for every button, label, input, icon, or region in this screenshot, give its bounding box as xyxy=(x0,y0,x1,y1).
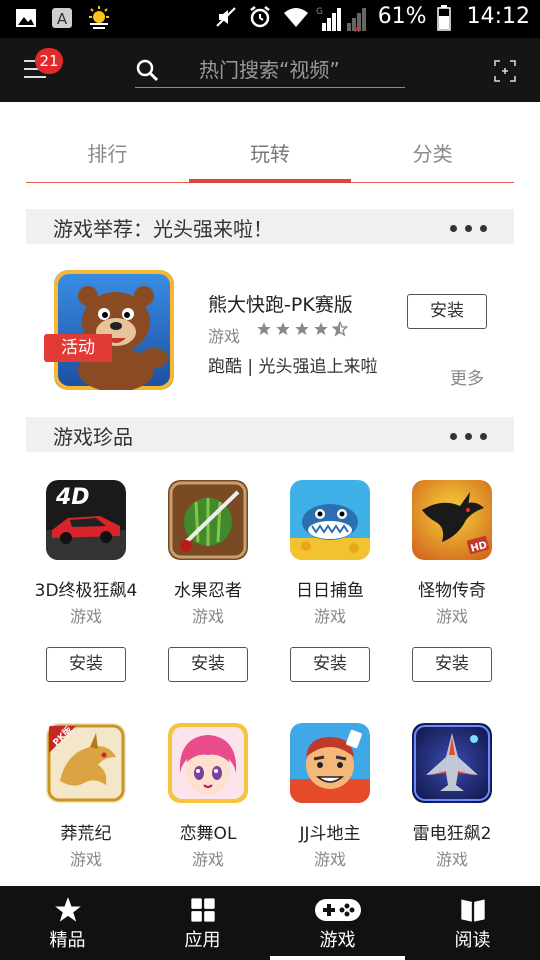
weather-sun-icon xyxy=(86,6,110,30)
nav-games[interactable]: 游戏 xyxy=(270,886,405,960)
app-name: 雷电狂飙2 xyxy=(412,824,492,844)
app-name: 水果忍者 xyxy=(174,581,242,601)
star-icon xyxy=(314,322,328,335)
section-title: 游戏举荐：光头强来啦！ xyxy=(53,217,273,241)
shark-icon[interactable] xyxy=(290,480,370,560)
app-category: 游戏 xyxy=(313,850,346,869)
app-name: 日日捕鱼 xyxy=(296,581,364,601)
svg-text:G: G xyxy=(316,7,323,17)
gallery-icon xyxy=(14,6,38,30)
more-options-button[interactable] xyxy=(450,217,490,237)
battery-icon xyxy=(436,4,451,31)
app-item[interactable]: 恋舞OL 游戏 xyxy=(148,723,268,870)
app-name: 怪物传奇 xyxy=(418,581,486,601)
featured-section-header: 游戏举荐：光头强来啦！ xyxy=(26,209,514,244)
notification-badge: 21 xyxy=(35,48,63,74)
section-title: 游戏珍品 xyxy=(53,425,133,449)
nav-featured[interactable]: 精品 xyxy=(0,886,135,960)
dragon-icon[interactable]: HD xyxy=(412,480,492,560)
nav-reading[interactable]: 阅读 xyxy=(405,886,540,960)
tab-category[interactable]: 分类 xyxy=(351,128,514,182)
install-button[interactable]: 安装 xyxy=(46,647,126,682)
app-category: 游戏 xyxy=(313,607,346,626)
app-category: 游戏 xyxy=(435,850,468,869)
app-item[interactable]: JJ斗地主 游戏 xyxy=(270,723,390,870)
icon-text: 4D xyxy=(55,485,90,510)
more-options-button[interactable] xyxy=(450,425,490,445)
sliced-watermelon-icon[interactable] xyxy=(168,480,248,560)
half-star-icon xyxy=(332,321,348,337)
clock: 14:12 xyxy=(466,4,530,29)
app-category: 游戏 xyxy=(191,850,224,869)
more-link[interactable]: 更多 xyxy=(450,364,484,389)
app-category: 游戏 xyxy=(69,607,102,626)
app-item[interactable]: 4D 3D终极狂飙4 游戏 安装 xyxy=(26,480,146,682)
svg-text:x: x xyxy=(354,24,360,33)
mute-icon xyxy=(214,5,238,29)
app-item[interactable]: HD 怪物传奇 游戏 安装 xyxy=(392,480,512,682)
app-category: 游戏 xyxy=(435,607,468,626)
install-button[interactable]: 安装 xyxy=(412,647,492,682)
nav-label: 游戏 xyxy=(319,930,356,951)
featured-game-category: 游戏 xyxy=(208,327,241,346)
racing-car-icon[interactable]: 4D xyxy=(46,480,126,560)
app-item[interactable]: PK版 莽荒纪 游戏 xyxy=(26,723,146,870)
scan-button[interactable] xyxy=(494,60,516,82)
alarm-icon xyxy=(248,5,272,29)
app-item[interactable]: 日日捕鱼 游戏 安装 xyxy=(270,480,390,682)
scan-icon xyxy=(494,60,516,82)
status-bar: A Gx 61% 14:12 xyxy=(0,0,540,38)
app-category: 游戏 xyxy=(69,850,102,869)
gamepad-icon xyxy=(314,899,361,921)
star-icon xyxy=(257,322,271,335)
golden-dragon-icon[interactable]: PK版 xyxy=(46,723,126,803)
nav-label: 阅读 xyxy=(454,930,491,951)
star-icon xyxy=(295,322,309,335)
svg-text:A: A xyxy=(57,10,68,28)
app-name: JJ斗地主 xyxy=(299,824,361,844)
app-name: 恋舞OL xyxy=(179,824,237,844)
rating-stars xyxy=(256,321,348,337)
bottom-nav: 精品 应用 游戏 阅读 xyxy=(0,886,540,960)
search-input[interactable]: 热门搜索“视频” xyxy=(135,50,405,88)
tab-bar: 排行 玩转 分类 xyxy=(26,128,514,183)
featured-game-description: 跑酷 | 光头强追上来啦 xyxy=(208,357,378,377)
app-item[interactable]: 雷电狂飙2 游戏 xyxy=(392,723,512,870)
featured-game-name[interactable]: 熊大快跑-PK赛版 xyxy=(208,290,353,317)
star-icon xyxy=(276,322,290,335)
gems-section-header: 游戏珍品 xyxy=(26,417,514,452)
install-button[interactable]: 安装 xyxy=(168,647,248,682)
wifi-icon xyxy=(282,5,308,29)
top-bar: 21 热门搜索“视频” xyxy=(0,38,540,102)
featured-game-card[interactable]: 活动 熊大快跑-PK赛版 游戏 跑酷 | 光头强追上来啦 安装 更多 xyxy=(26,270,514,400)
event-tag: 活动 xyxy=(44,334,112,362)
app-name: 莽荒纪 xyxy=(60,824,112,844)
star-icon xyxy=(54,897,81,922)
nav-label: 精品 xyxy=(49,930,86,951)
search-icon xyxy=(136,59,159,82)
tab-play[interactable]: 玩转 xyxy=(188,128,352,183)
book-icon xyxy=(460,899,485,922)
app-category: 游戏 xyxy=(191,607,224,626)
app-item[interactable]: 水果忍者 游戏 安装 xyxy=(148,480,268,682)
fighter-jet-icon[interactable] xyxy=(412,723,492,803)
signal-icon: Gx xyxy=(316,5,368,35)
tab-ranking[interactable]: 排行 xyxy=(26,128,189,182)
anime-girl-icon[interactable] xyxy=(168,723,248,803)
cartoon-man-icon[interactable] xyxy=(290,723,370,803)
grid-icon xyxy=(190,898,215,922)
bear-game-icon[interactable] xyxy=(54,270,174,390)
install-button[interactable]: 安装 xyxy=(290,647,370,682)
install-button[interactable]: 安装 xyxy=(407,294,487,329)
nav-label: 应用 xyxy=(184,930,221,951)
keyboard-a-icon: A xyxy=(50,6,74,30)
battery-percent: 61% xyxy=(377,4,427,29)
search-placeholder: 热门搜索“视频” xyxy=(199,58,340,82)
app-name: 3D终极狂飙4 xyxy=(34,581,138,601)
nav-apps[interactable]: 应用 xyxy=(135,886,270,960)
